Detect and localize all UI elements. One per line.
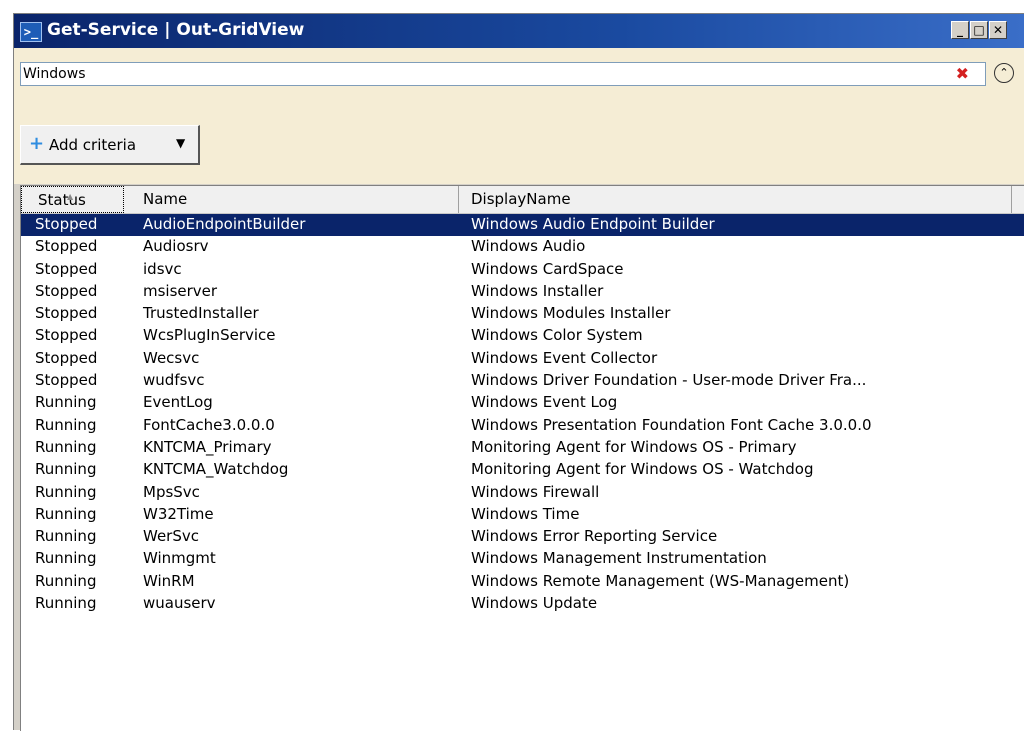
filter-box: ✖ xyxy=(20,62,986,86)
grid-view-window: >_ Get-Service | Out-GridView _ □ ✕ ✖ ⌃ … xyxy=(13,13,1024,731)
table-row[interactable]: Stopped wudfsvc Windows Driver Foundation … xyxy=(21,370,1024,392)
cell-name: wuauserv xyxy=(143,594,216,613)
table-row[interactable]: Stopped WcsPlugInService Windows Color Sys… xyxy=(21,325,1024,347)
cell-name: KNTCMA_Primary xyxy=(143,437,272,456)
cell-display: Windows Update xyxy=(471,594,598,613)
cell-name: FontCache3.0.0.0 xyxy=(143,415,275,434)
table-row[interactable]: Running MpsSvc Windows Firewall xyxy=(21,482,1024,504)
cell-status: Running xyxy=(35,460,97,479)
clear-filter-icon[interactable]: ✖ xyxy=(956,64,969,84)
window-title: Get-Service | Out-GridView xyxy=(47,20,305,40)
cell-display: Windows Time xyxy=(471,504,580,523)
cell-display: Windows CardSpace xyxy=(471,259,624,278)
table-row[interactable]: Running WinRM Windows Remote Management (W… xyxy=(21,571,1024,593)
cell-name: WinRM xyxy=(143,571,195,590)
column-header-status[interactable]: ▲ Status xyxy=(21,186,124,213)
cell-display: Windows Remote Management (WS-Management… xyxy=(471,571,850,590)
table-row[interactable]: Stopped idsvc Windows CardSpace xyxy=(21,259,1024,281)
cell-status: Running xyxy=(35,437,97,456)
cell-status: Stopped xyxy=(35,304,98,323)
close-button[interactable]: ✕ xyxy=(989,21,1007,39)
cell-display: Windows Error Reporting Service xyxy=(471,527,718,546)
cell-name: Winmgmt xyxy=(143,549,216,568)
filter-input[interactable] xyxy=(23,63,943,85)
column-header-label: DisplayName xyxy=(471,190,571,208)
table-row[interactable]: Running W32Time Windows Time xyxy=(21,504,1024,526)
cell-display: Windows Audio Endpoint Builder xyxy=(471,215,715,233)
cell-name: WcsPlugInService xyxy=(143,326,276,345)
cell-name: MpsSvc xyxy=(143,482,200,501)
table-row[interactable]: Stopped Wecsvc Windows Event Collector xyxy=(21,348,1024,370)
cell-status: Stopped xyxy=(35,237,98,256)
cell-display: Windows Event Log xyxy=(471,393,618,412)
column-header-row: ▲ Status Name DisplayName xyxy=(21,186,1024,214)
cell-display: Windows Management Instrumentation xyxy=(471,549,767,568)
table-row[interactable]: Stopped TrustedInstaller Windows Modules I… xyxy=(21,303,1024,325)
collapse-filter-icon[interactable]: ⌃ xyxy=(994,63,1014,83)
cell-status: Running xyxy=(35,594,97,613)
table-row[interactable]: Running KNTCMA_Primary Monitoring Agent fo… xyxy=(21,437,1024,459)
cell-name: W32Time xyxy=(143,504,214,523)
cell-name: idsvc xyxy=(143,259,182,278)
cell-display: Windows Presentation Foundation Font Cac… xyxy=(471,415,872,434)
column-header-label: Name xyxy=(143,190,188,208)
cell-name: Audiosrv xyxy=(143,237,209,256)
column-header-label: Status xyxy=(38,191,86,209)
cell-display: Windows Firewall xyxy=(471,482,600,501)
cell-name: wudfsvc xyxy=(143,371,205,390)
cell-status: Running xyxy=(35,549,97,568)
cell-status: Stopped xyxy=(35,259,98,278)
results-grid: ▲ Status Name DisplayName Stopped AudioEn… xyxy=(20,185,1024,731)
cell-display: Windows Color System xyxy=(471,326,643,345)
cell-status: Stopped xyxy=(35,371,98,390)
table-row[interactable]: Running wuauserv Windows Update xyxy=(21,593,1024,615)
cell-status: Running xyxy=(35,527,97,546)
cell-display: Monitoring Agent for Windows OS - Primar… xyxy=(471,437,797,456)
table-row[interactable]: Running Winmgmt Windows Management Instrum… xyxy=(21,548,1024,570)
cell-status: Running xyxy=(35,393,97,412)
maximize-button[interactable]: □ xyxy=(970,21,988,39)
sort-indicator-icon: ▲ xyxy=(67,192,74,201)
cell-status: Stopped xyxy=(35,326,98,345)
cell-name: EventLog xyxy=(143,393,213,412)
cell-status: Stopped xyxy=(35,281,98,300)
cell-display: Windows Installer xyxy=(471,281,604,300)
cell-status: Running xyxy=(35,415,97,434)
cell-status: Running xyxy=(35,482,97,501)
cell-display: Monitoring Agent for Windows OS - Watchd… xyxy=(471,460,814,479)
cell-display: Windows Event Collector xyxy=(471,348,658,367)
plus-icon: + xyxy=(29,133,45,154)
table-row[interactable]: Running WerSvc Windows Error Reporting Ser… xyxy=(21,526,1024,548)
dropdown-arrow-icon: ▼ xyxy=(176,136,186,150)
cell-name: msiserver xyxy=(143,281,218,300)
cell-status: Stopped xyxy=(35,348,98,367)
cell-name: TrustedInstaller xyxy=(143,304,259,323)
table-row[interactable]: Stopped msiserver Windows Installer xyxy=(21,281,1024,303)
table-row[interactable]: Stopped AudioEndpointBuilder Windows Audio… xyxy=(21,214,1024,237)
cell-display: Windows Driver Foundation - User-mode Dr… xyxy=(471,371,867,390)
table-row[interactable]: Running KNTCMA_Watchdog Monitoring Agent f… xyxy=(21,459,1024,481)
minimize-button[interactable]: _ xyxy=(951,21,969,39)
cell-name: KNTCMA_Watchdog xyxy=(143,460,289,479)
cell-name: WerSvc xyxy=(143,527,199,546)
column-header-displayname[interactable]: DisplayName xyxy=(459,186,1012,213)
cell-display: Windows Modules Installer xyxy=(471,304,671,323)
cell-name: Wecsvc xyxy=(143,348,200,367)
cell-status: Stopped xyxy=(35,215,98,233)
table-row[interactable]: Running FontCache3.0.0.0 Windows Presentat… xyxy=(21,415,1024,437)
table-row[interactable]: Running EventLog Windows Event Log xyxy=(21,392,1024,414)
powershell-icon: >_ xyxy=(20,22,42,42)
table-row[interactable]: Stopped Audiosrv Windows Audio xyxy=(21,236,1024,258)
table-rows: Stopped AudioEndpointBuilder Windows Audio… xyxy=(21,214,1024,615)
filter-panel: ✖ ⌃ + Add criteria ▼ xyxy=(14,48,1024,184)
title-bar[interactable]: >_ Get-Service | Out-GridView _ □ ✕ xyxy=(14,14,1024,48)
add-criteria-button[interactable]: + Add criteria ▼ xyxy=(20,125,200,165)
cell-status: Running xyxy=(35,504,97,523)
cell-display: Windows Audio xyxy=(471,237,586,256)
column-header-name[interactable]: Name xyxy=(124,186,459,213)
cell-name: AudioEndpointBuilder xyxy=(143,215,306,233)
add-criteria-label: Add criteria xyxy=(49,136,137,154)
cell-status: Running xyxy=(35,571,97,590)
